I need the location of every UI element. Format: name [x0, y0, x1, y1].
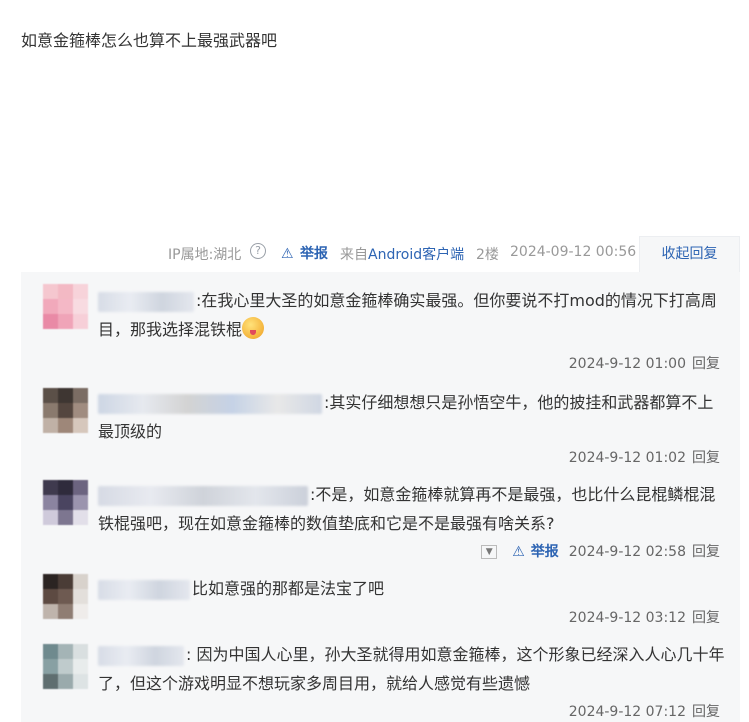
- post-date: 2024-09-12 00:56: [510, 244, 637, 260]
- post-body-text: 如意金箍棒怎么也算不上最强武器吧: [21, 31, 278, 50]
- reply-meta: 2024-9-12 07:12 回复: [563, 701, 720, 721]
- reply-content: : 因为中国人心里，孙大圣就得用如意金箍棒，这个形象已经深入人心几十年了，但这个…: [98, 640, 728, 698]
- username-blurred[interactable]: [98, 393, 322, 414]
- collapse-replies-button[interactable]: 收起回复: [639, 236, 740, 272]
- report-button[interactable]: ⚠ 举报: [281, 243, 328, 263]
- reply-meta: 2024-9-12 01:02 回复: [563, 447, 720, 467]
- avatar[interactable]: [43, 644, 88, 689]
- warning-triangle-icon: ⚠: [512, 544, 525, 560]
- avatar[interactable]: [43, 480, 88, 525]
- reply-report-label: 举报: [530, 544, 559, 560]
- username-blurred[interactable]: [98, 291, 194, 312]
- username-blurred[interactable]: [98, 579, 190, 600]
- reply-button[interactable]: 回复: [692, 544, 720, 560]
- avatar[interactable]: [43, 284, 88, 329]
- client-source: 来自Android客户端: [340, 244, 464, 264]
- reply-time: 2024-9-12 01:00: [568, 356, 686, 372]
- reply-time: 2024-9-12 03:12: [568, 610, 686, 626]
- reply-button[interactable]: 回复: [692, 356, 720, 372]
- post-tail-bar: IP属地:湖北 ? ⚠ 举报 来自Android客户端 2楼 2024-09-12…: [0, 240, 749, 266]
- warning-triangle-icon: ⚠: [281, 246, 294, 262]
- report-label: 举报: [300, 246, 328, 262]
- reply-time: 2024-9-12 07:12: [568, 704, 686, 720]
- reply-meta: 2024-9-12 01:00 回复: [563, 353, 720, 373]
- ip-location: IP属地:湖北: [168, 247, 242, 263]
- reply-content: :在我心里大圣的如意金箍棒确实最强。但你要说不打mod的情况下打高周目，那我选择…: [98, 286, 728, 344]
- client-source-prefix: 来自: [340, 247, 368, 263]
- reply-list: :在我心里大圣的如意金箍棒确实最强。但你要说不打mod的情况下打高周目，那我选择…: [21, 272, 740, 722]
- question-circle-icon[interactable]: ?: [250, 243, 266, 259]
- reply-button[interactable]: 回复: [692, 610, 720, 626]
- reply-text: 比如意强的那都是法宝了吧: [192, 579, 385, 598]
- avatar[interactable]: [43, 574, 88, 619]
- reply-text: : 因为中国人心里，孙大圣就得用如意金箍棒，这个形象已经深入人心几十年了，但这个…: [98, 645, 725, 693]
- username-blurred[interactable]: [98, 645, 184, 666]
- reply-content: :不是，如意金箍棒就算再不是最强，也比什么昆棍鳞棍混铁棍强吧，现在如意金箍棒的数…: [98, 480, 728, 538]
- reply-meta: ▼ ⚠ 举报 2024-9-12 02:58 回复: [475, 541, 720, 561]
- reply-content: 比如意强的那都是法宝了吧: [98, 574, 728, 603]
- reply-report-button[interactable]: ⚠ 举报: [506, 544, 559, 560]
- chevron-down-icon[interactable]: ▼: [481, 545, 498, 559]
- avatar[interactable]: [43, 388, 88, 433]
- reply-content: :其实仔细想想只是孙悟空牛，他的披挂和武器都算不上最顶级的: [98, 388, 728, 446]
- reply-time: 2024-9-12 02:58: [568, 544, 686, 560]
- smiley-tongue-emoji-icon: [242, 317, 265, 339]
- floor-number: 2楼: [476, 247, 499, 263]
- reply-meta: 2024-9-12 03:12 回复: [563, 607, 720, 627]
- reply-button[interactable]: 回复: [692, 450, 720, 466]
- reply-time: 2024-9-12 01:02: [568, 450, 686, 466]
- username-blurred[interactable]: [98, 485, 308, 506]
- client-device-link[interactable]: Android客户端: [368, 247, 464, 263]
- reply-button[interactable]: 回复: [692, 704, 720, 720]
